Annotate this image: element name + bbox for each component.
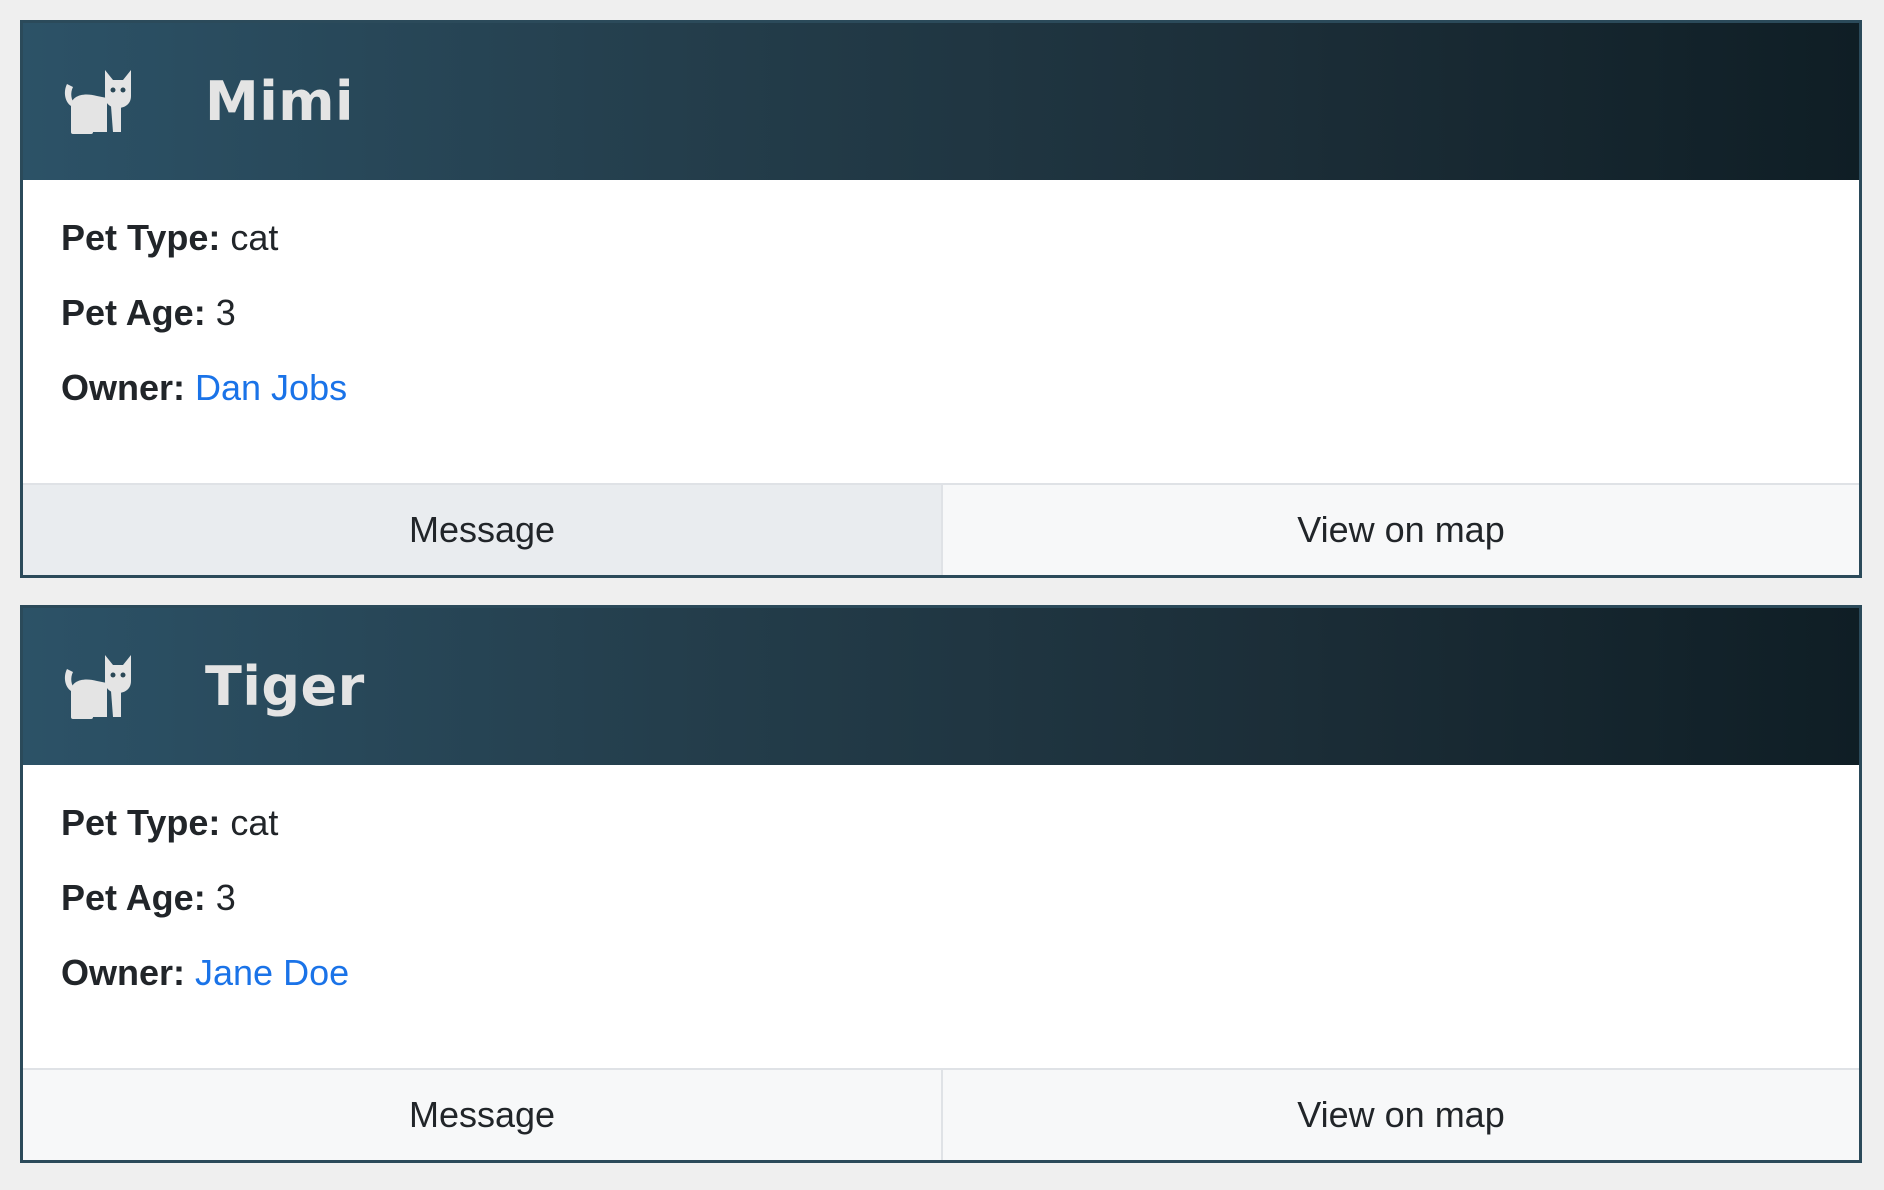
owner-label: Owner: [61,367,196,408]
pet-name: Mimi [205,69,355,133]
pet-age-field: Pet Age: 3 [61,880,1859,916]
owner-link[interactable]: Dan Jobs [195,367,347,408]
view-on-map-button[interactable]: View on map [941,1070,1859,1160]
pet-name: Tiger [205,654,365,718]
pet-age-label: Pet Age: [61,877,216,918]
pet-type-field: Pet Type: cat [61,805,1859,841]
cat-icon [61,647,141,727]
pet-type-value: cat [230,802,279,843]
pet-card-header: Mimi [23,23,1859,180]
owner-field: Owner: Dan Jobs [61,370,1859,406]
owner-link[interactable]: Jane Doe [195,952,349,993]
message-button[interactable]: Message [23,485,941,575]
pet-type-label: Pet Type: [61,802,231,843]
cat-icon [61,62,141,142]
pet-type-label: Pet Type: [61,217,231,258]
message-button[interactable]: Message [23,1070,941,1160]
pet-age-value: 3 [215,877,236,918]
pet-age-label: Pet Age: [61,292,216,333]
pet-card-list: Mimi Pet Type: cat Pet Age: 3 Owner: Dan… [20,20,1862,1190]
pet-type-field: Pet Type: cat [61,220,1859,256]
pet-card: Mimi Pet Type: cat Pet Age: 3 Owner: Dan… [20,20,1862,578]
pet-card-body: Pet Type: cat Pet Age: 3 Owner: Jane Doe [23,765,1859,1068]
pet-card-footer: Message View on map [23,483,1859,575]
pet-type-value: cat [230,217,279,258]
owner-label: Owner: [61,952,196,993]
pet-card-header: Tiger [23,608,1859,765]
pet-card: Tiger Pet Type: cat Pet Age: 3 Owner: Ja… [20,605,1862,1163]
pet-card-body: Pet Type: cat Pet Age: 3 Owner: Dan Jobs [23,180,1859,483]
pet-age-value: 3 [215,292,236,333]
view-on-map-button[interactable]: View on map [941,485,1859,575]
pet-card-footer: Message View on map [23,1068,1859,1160]
owner-field: Owner: Jane Doe [61,955,1859,991]
pet-age-field: Pet Age: 3 [61,295,1859,331]
